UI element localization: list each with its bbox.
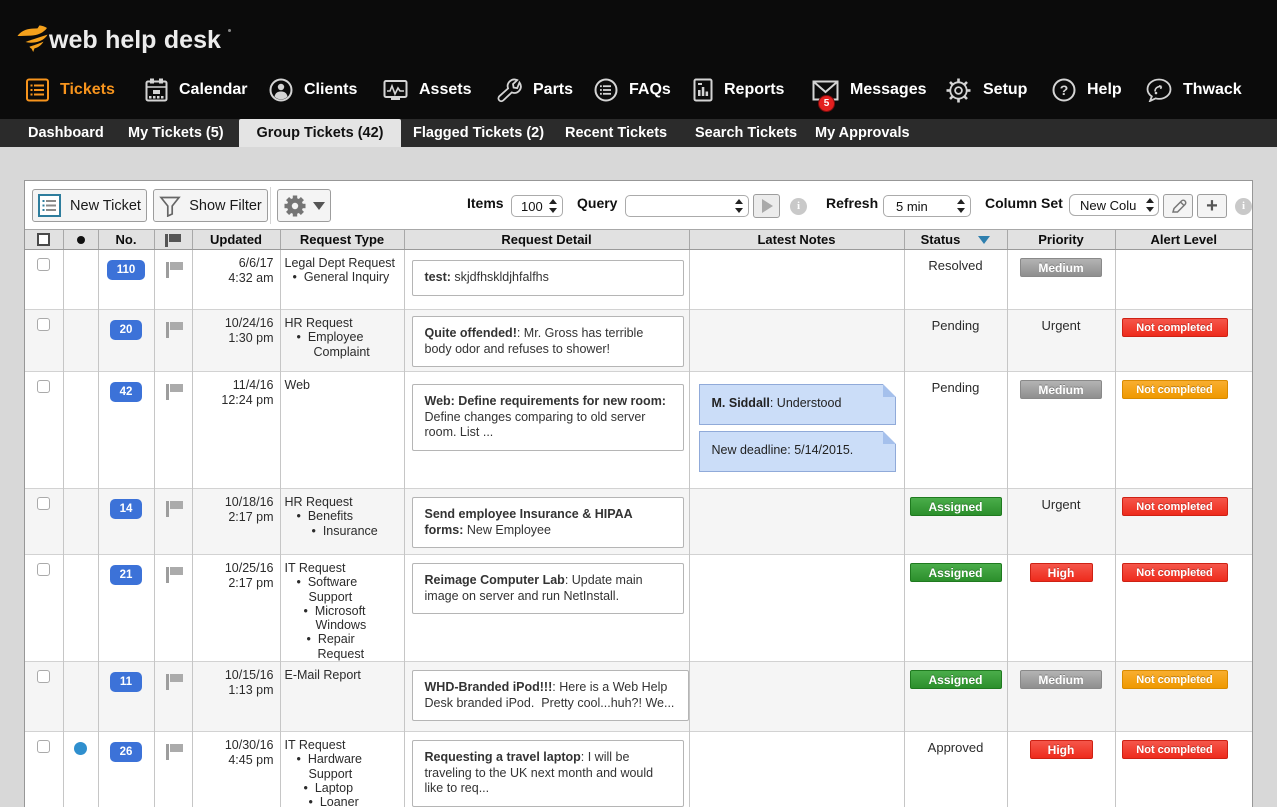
- svg-text:?: ?: [1060, 82, 1069, 98]
